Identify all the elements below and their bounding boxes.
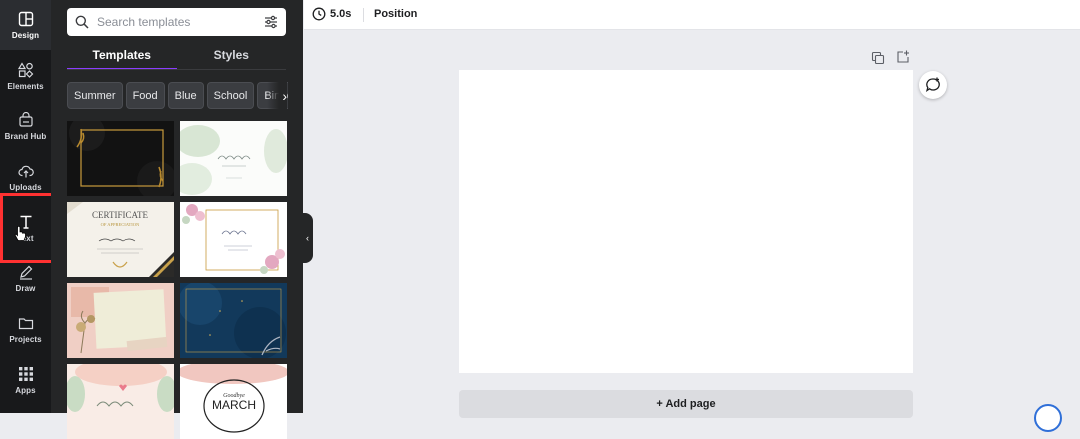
grid-icon <box>17 365 35 383</box>
tab-styles[interactable]: Styles <box>177 44 287 70</box>
duration-value: 5.0s <box>330 8 352 20</box>
template-thumbnail[interactable] <box>180 202 287 277</box>
search-icon <box>75 15 89 29</box>
layout-icon <box>17 10 35 28</box>
floral-thank-you-thumb <box>180 202 287 277</box>
rail-label: Draw <box>15 284 36 293</box>
chevron-right-icon: › <box>282 88 287 104</box>
help-button[interactable] <box>1034 404 1062 432</box>
pink-thank-you-thumb <box>67 364 174 439</box>
rail-label: Uploads <box>9 183 42 192</box>
template-thumbnail[interactable]: Goodbye MARCH <box>180 364 287 439</box>
category-chips: SummerFoodBlueSchoolBirthday <box>67 82 288 110</box>
design-page[interactable] <box>459 70 913 373</box>
rail-item-design[interactable]: Design <box>0 0 51 50</box>
template-thumbnail[interactable] <box>180 283 287 358</box>
rail-label: Brand Hub <box>4 132 47 141</box>
comment-plus-icon <box>925 77 940 93</box>
tabs-divider <box>67 69 286 70</box>
brand-hub-icon <box>17 111 35 129</box>
template-thumbnail[interactable] <box>67 364 174 439</box>
chips-scroll-right-button[interactable]: › <box>267 82 287 110</box>
chip-blue[interactable]: Blue <box>167 82 204 109</box>
topbar-divider <box>363 8 364 22</box>
add-page-icon[interactable] <box>896 50 910 64</box>
rail-label: Elements <box>7 82 44 91</box>
pen-icon <box>17 263 35 281</box>
cloud-upload-icon <box>17 162 35 180</box>
editor-topbar: 5.0s Position <box>304 0 1080 30</box>
panel-tabs: Templates Styles <box>67 44 286 70</box>
cert-subtitle: OF APPRECIATION <box>101 222 140 227</box>
add-page-button[interactable]: + Add page <box>459 390 913 418</box>
duration-button[interactable]: 5.0s <box>312 7 351 21</box>
rail-label: Projects <box>9 335 42 344</box>
rail-item-projects[interactable]: Projects <box>0 304 51 354</box>
template-thumbnail[interactable] <box>67 121 174 196</box>
goodbye-march-thumb: Goodbye MARCH <box>180 364 287 439</box>
duplicate-page-icon[interactable] <box>871 51 885 65</box>
rail-item-apps[interactable]: Apps <box>0 355 51 405</box>
navy-watercolor-thumb <box>180 283 287 358</box>
templates-panel: Templates Styles SummerFoodBlueSchoolBir… <box>51 0 303 439</box>
rail-item-elements[interactable]: Elements <box>0 51 51 101</box>
template-thumbnail[interactable] <box>67 283 174 358</box>
black-gold-frame-thumb <box>67 121 174 196</box>
hand-cursor-icon <box>14 226 26 241</box>
vintage-note-thumb <box>67 283 174 358</box>
folder-icon <box>17 314 35 332</box>
shapes-icon <box>17 61 35 79</box>
add-comment-button[interactable] <box>919 71 947 99</box>
search-input[interactable] <box>95 14 264 30</box>
filter-sliders-icon[interactable] <box>264 15 278 29</box>
rail-label: Design <box>11 31 40 40</box>
tab-templates[interactable]: Templates <box>67 44 177 70</box>
march-big-text: MARCH <box>212 398 256 412</box>
cert-title: CERTIFICATE <box>92 210 148 220</box>
chip-summer[interactable]: Summer <box>67 82 123 109</box>
template-thumbnail[interactable]: CERTIFICATE OF APPRECIATION <box>67 202 174 277</box>
template-thumbnail[interactable] <box>180 121 287 196</box>
clock-icon <box>312 7 326 21</box>
search-box[interactable] <box>67 8 286 36</box>
position-button[interactable]: Position <box>374 8 417 20</box>
chip-school[interactable]: School <box>206 82 255 109</box>
rail-item-brand-hub[interactable]: Brand Hub <box>0 101 51 151</box>
certificate-thumb: CERTIFICATE OF APPRECIATION <box>67 202 174 277</box>
collapse-panel-button[interactable]: ‹ <box>302 213 313 263</box>
chevron-left-icon: ‹ <box>306 233 309 243</box>
rail-label: Apps <box>15 386 36 395</box>
watercolor-thank-you-thumb <box>180 121 287 196</box>
chip-food[interactable]: Food <box>125 82 165 109</box>
